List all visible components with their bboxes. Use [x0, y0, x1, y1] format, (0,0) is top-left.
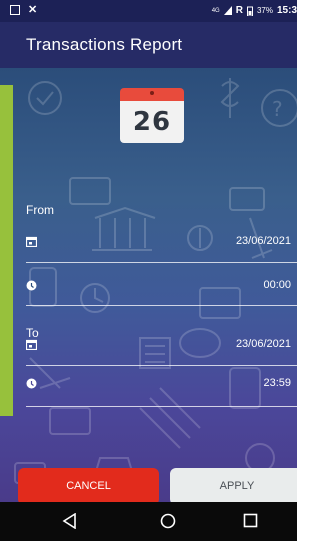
home-icon[interactable] — [160, 513, 176, 529]
notification-icon — [10, 5, 20, 15]
to-date-field[interactable]: 23/06/2021 — [26, 335, 297, 355]
calendar-icon: 26 — [120, 80, 184, 143]
signal-icon — [223, 6, 232, 15]
accent-bar — [0, 85, 13, 416]
to-time-value: 23:59 — [263, 377, 291, 389]
battery-icon — [246, 6, 253, 16]
clock-icon — [26, 280, 37, 291]
divider — [26, 365, 297, 366]
close-icon: ✕ — [28, 4, 38, 16]
recents-icon[interactable] — [243, 513, 258, 528]
back-icon[interactable] — [62, 513, 77, 529]
status-bar: ✕ 4G R 37% 15:3 — [0, 0, 297, 22]
svg-text:?: ? — [272, 97, 283, 121]
divider — [26, 305, 297, 306]
from-date-field[interactable]: 23/06/2021 — [26, 232, 297, 252]
calendar-ring — [150, 91, 154, 95]
page-title: Transactions Report — [26, 35, 183, 54]
calendar-day: 26 — [132, 107, 172, 137]
battery-percent: 37% — [256, 6, 273, 15]
status-left: ✕ — [10, 4, 38, 16]
divider — [26, 262, 297, 263]
apply-button[interactable]: APPLY — [170, 468, 304, 505]
screen: ✕ 4G R 37% 15:3 Transactions Report ? 26… — [0, 0, 304, 541]
app-bar: Transactions Report — [0, 22, 297, 68]
cancel-button[interactable]: CANCEL — [18, 468, 159, 505]
calendar-small-icon — [26, 339, 37, 350]
divider — [26, 406, 297, 407]
from-time-field[interactable]: 00:00 — [26, 276, 297, 296]
from-date-value: 23/06/2021 — [235, 235, 291, 247]
right-edge — [297, 0, 304, 541]
from-label: From — [26, 203, 54, 217]
clock-icon — [26, 378, 37, 389]
from-time-value: 00:00 — [263, 279, 291, 291]
navigation-bar — [0, 502, 297, 541]
clock: 15:3 — [276, 5, 297, 16]
carrier-letter: R — [235, 5, 243, 16]
status-right: 4G R 37% 15:3 — [212, 5, 297, 16]
network-type: 4G — [211, 7, 220, 14]
to-date-value: 23/06/2021 — [235, 338, 291, 350]
calendar-small-icon — [26, 236, 37, 247]
to-time-field[interactable]: 23:59 — [26, 374, 297, 394]
